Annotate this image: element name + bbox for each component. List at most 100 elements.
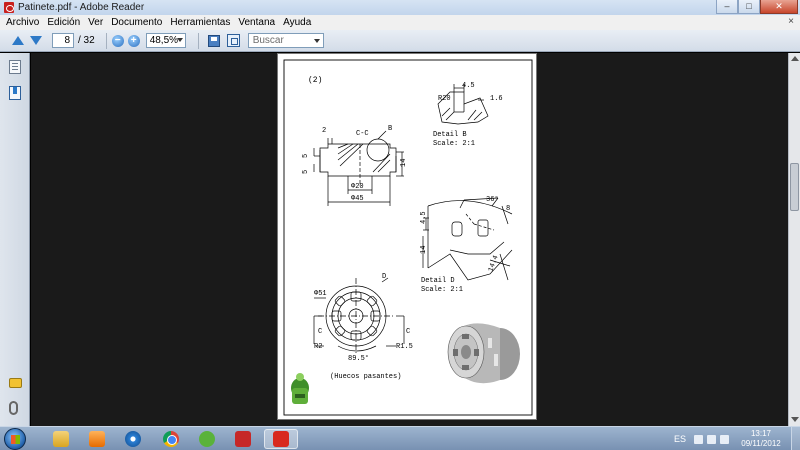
clock[interactable]: 13:17 09/11/2012 bbox=[736, 429, 786, 449]
minimize-button[interactable]: ‒ bbox=[716, 0, 738, 14]
taskbar-chrome[interactable] bbox=[154, 429, 188, 449]
toolbar: 8 / 32 − + 48,5% Buscar bbox=[0, 30, 800, 52]
previous-page-button[interactable] bbox=[10, 33, 26, 49]
search-input[interactable]: Buscar bbox=[247, 33, 324, 48]
volume-icon[interactable] bbox=[720, 435, 729, 444]
detail-b-title: Detail B bbox=[433, 131, 467, 139]
clock-date: 09/11/2012 bbox=[741, 439, 781, 448]
search-placeholder: Buscar bbox=[252, 35, 284, 46]
cut-c-left: C bbox=[318, 328, 322, 336]
close-button[interactable]: ✕ bbox=[760, 0, 798, 14]
window-title: Patinete.pdf - Adobe Reader bbox=[18, 2, 145, 13]
detail-d-scale: Scale: 2:1 bbox=[421, 286, 463, 294]
system-tray bbox=[694, 435, 729, 444]
taskbar-internet-explorer[interactable] bbox=[116, 429, 150, 449]
page-total: / 32 bbox=[78, 35, 95, 46]
menu-bar: Archivo Edición Ver Documento Herramient… bbox=[0, 15, 800, 30]
scroll-down-icon[interactable] bbox=[791, 417, 799, 422]
menu-archivo[interactable]: Archivo bbox=[6, 17, 39, 28]
part-3d-render bbox=[447, 323, 520, 384]
section-label: C-C bbox=[356, 130, 369, 138]
toolbar-separator bbox=[105, 32, 107, 49]
callout-d: D bbox=[382, 273, 386, 281]
fit-page-button[interactable] bbox=[226, 33, 242, 49]
language-indicator[interactable]: ES bbox=[674, 434, 686, 444]
dim-14v: 14 bbox=[420, 246, 428, 254]
tray-arrow-icon[interactable] bbox=[694, 435, 703, 444]
logo-image bbox=[291, 373, 309, 404]
maximize-button[interactable]: □ bbox=[738, 0, 760, 14]
sheet-label: (2) bbox=[308, 76, 322, 85]
navigation-panel bbox=[0, 53, 30, 426]
dim-8: 8 bbox=[506, 205, 510, 213]
detail-d-view bbox=[422, 197, 513, 281]
dim-36: 36° bbox=[486, 195, 499, 204]
pages-icon[interactable] bbox=[9, 60, 21, 74]
chevron-down-icon bbox=[313, 39, 320, 43]
zoom-value: 48,5% bbox=[149, 35, 179, 46]
zoom-select[interactable]: 48,5% bbox=[145, 33, 186, 48]
page-number-input[interactable]: 8 bbox=[52, 33, 74, 48]
dim-2: 2 bbox=[322, 127, 326, 135]
save-icon bbox=[207, 34, 220, 47]
menu-documento[interactable]: Documento bbox=[111, 17, 162, 28]
detail-b-view bbox=[437, 84, 489, 125]
dim-4-5: 4.5 bbox=[462, 82, 475, 90]
utorrent-icon bbox=[199, 431, 215, 447]
dim-1-6: 1.6 bbox=[490, 95, 503, 103]
dim-phi45: Φ45 bbox=[351, 195, 364, 203]
dim-14-4: 14.4 bbox=[487, 254, 500, 273]
taskbar: ES 13:17 09/11/2012 bbox=[0, 426, 800, 450]
chrome-icon bbox=[163, 431, 179, 447]
solidworks-icon bbox=[235, 431, 251, 447]
callout-b: B bbox=[388, 125, 392, 133]
menu-ver[interactable]: Ver bbox=[88, 17, 103, 28]
comments-icon[interactable] bbox=[9, 378, 22, 388]
dim-5b: 5 bbox=[302, 170, 310, 174]
dim-phi20: Φ20 bbox=[351, 183, 364, 191]
zoom-out-icon[interactable]: − bbox=[111, 34, 124, 47]
fit-page-icon bbox=[227, 34, 241, 47]
dim-5a: 5 bbox=[302, 154, 310, 158]
menu-edicion[interactable]: Edición bbox=[47, 17, 80, 28]
arrow-down-icon bbox=[30, 36, 42, 45]
taskbar-media-player[interactable] bbox=[80, 429, 114, 449]
detail-d-title: Detail D bbox=[421, 277, 455, 285]
next-page-button[interactable] bbox=[28, 33, 44, 49]
adobe-reader-icon bbox=[273, 431, 289, 447]
explorer-icon bbox=[53, 431, 69, 447]
vertical-scrollbar[interactable] bbox=[788, 53, 800, 426]
taskbar-utorrent[interactable] bbox=[190, 429, 224, 449]
note-huecos: (Huecos pasantes) bbox=[330, 373, 401, 381]
dim-14: 14 bbox=[400, 159, 408, 167]
title-bar: Patinete.pdf - Adobe Reader ‒ □ ✕ bbox=[0, 0, 800, 15]
pdf-page[interactable]: (2) C-C 2 B 5 5 14 Φ20 Φ45 4.5 R20 1.6 D… bbox=[277, 53, 537, 420]
attachments-icon[interactable] bbox=[9, 401, 18, 415]
close-document-button[interactable]: × bbox=[788, 16, 794, 27]
arrow-up-icon bbox=[12, 36, 24, 45]
zoom-in-icon[interactable]: + bbox=[127, 34, 140, 47]
menu-ayuda[interactable]: Ayuda bbox=[283, 17, 311, 28]
dim-r20: R20 bbox=[438, 95, 451, 103]
toolbar-separator bbox=[197, 32, 199, 49]
clock-time: 13:17 bbox=[750, 429, 772, 438]
scroll-thumb[interactable] bbox=[790, 163, 799, 211]
taskbar-adobe-reader[interactable] bbox=[264, 429, 298, 449]
dim-r2: R2 bbox=[314, 343, 322, 351]
scroll-up-icon[interactable] bbox=[791, 56, 799, 61]
internet-explorer-icon bbox=[125, 431, 141, 447]
save-button[interactable] bbox=[206, 33, 222, 49]
taskbar-explorer[interactable] bbox=[44, 429, 78, 449]
bookmarks-icon[interactable] bbox=[9, 86, 21, 100]
pdf-app-icon[interactable] bbox=[4, 2, 14, 13]
taskbar-solidworks[interactable] bbox=[226, 429, 260, 449]
windows-start-icon[interactable] bbox=[4, 428, 26, 450]
dim-phi51: Φ51 bbox=[314, 290, 327, 298]
network-icon[interactable] bbox=[707, 435, 716, 444]
menu-herramientas[interactable]: Herramientas bbox=[170, 17, 230, 28]
front-view bbox=[313, 277, 405, 354]
menu-ventana[interactable]: Ventana bbox=[238, 17, 275, 28]
technical-drawing: (2) C-C 2 B 5 5 14 Φ20 Φ45 4.5 R20 1.6 D… bbox=[283, 59, 533, 416]
chevron-down-icon bbox=[176, 38, 183, 42]
show-desktop-button[interactable] bbox=[791, 427, 800, 450]
